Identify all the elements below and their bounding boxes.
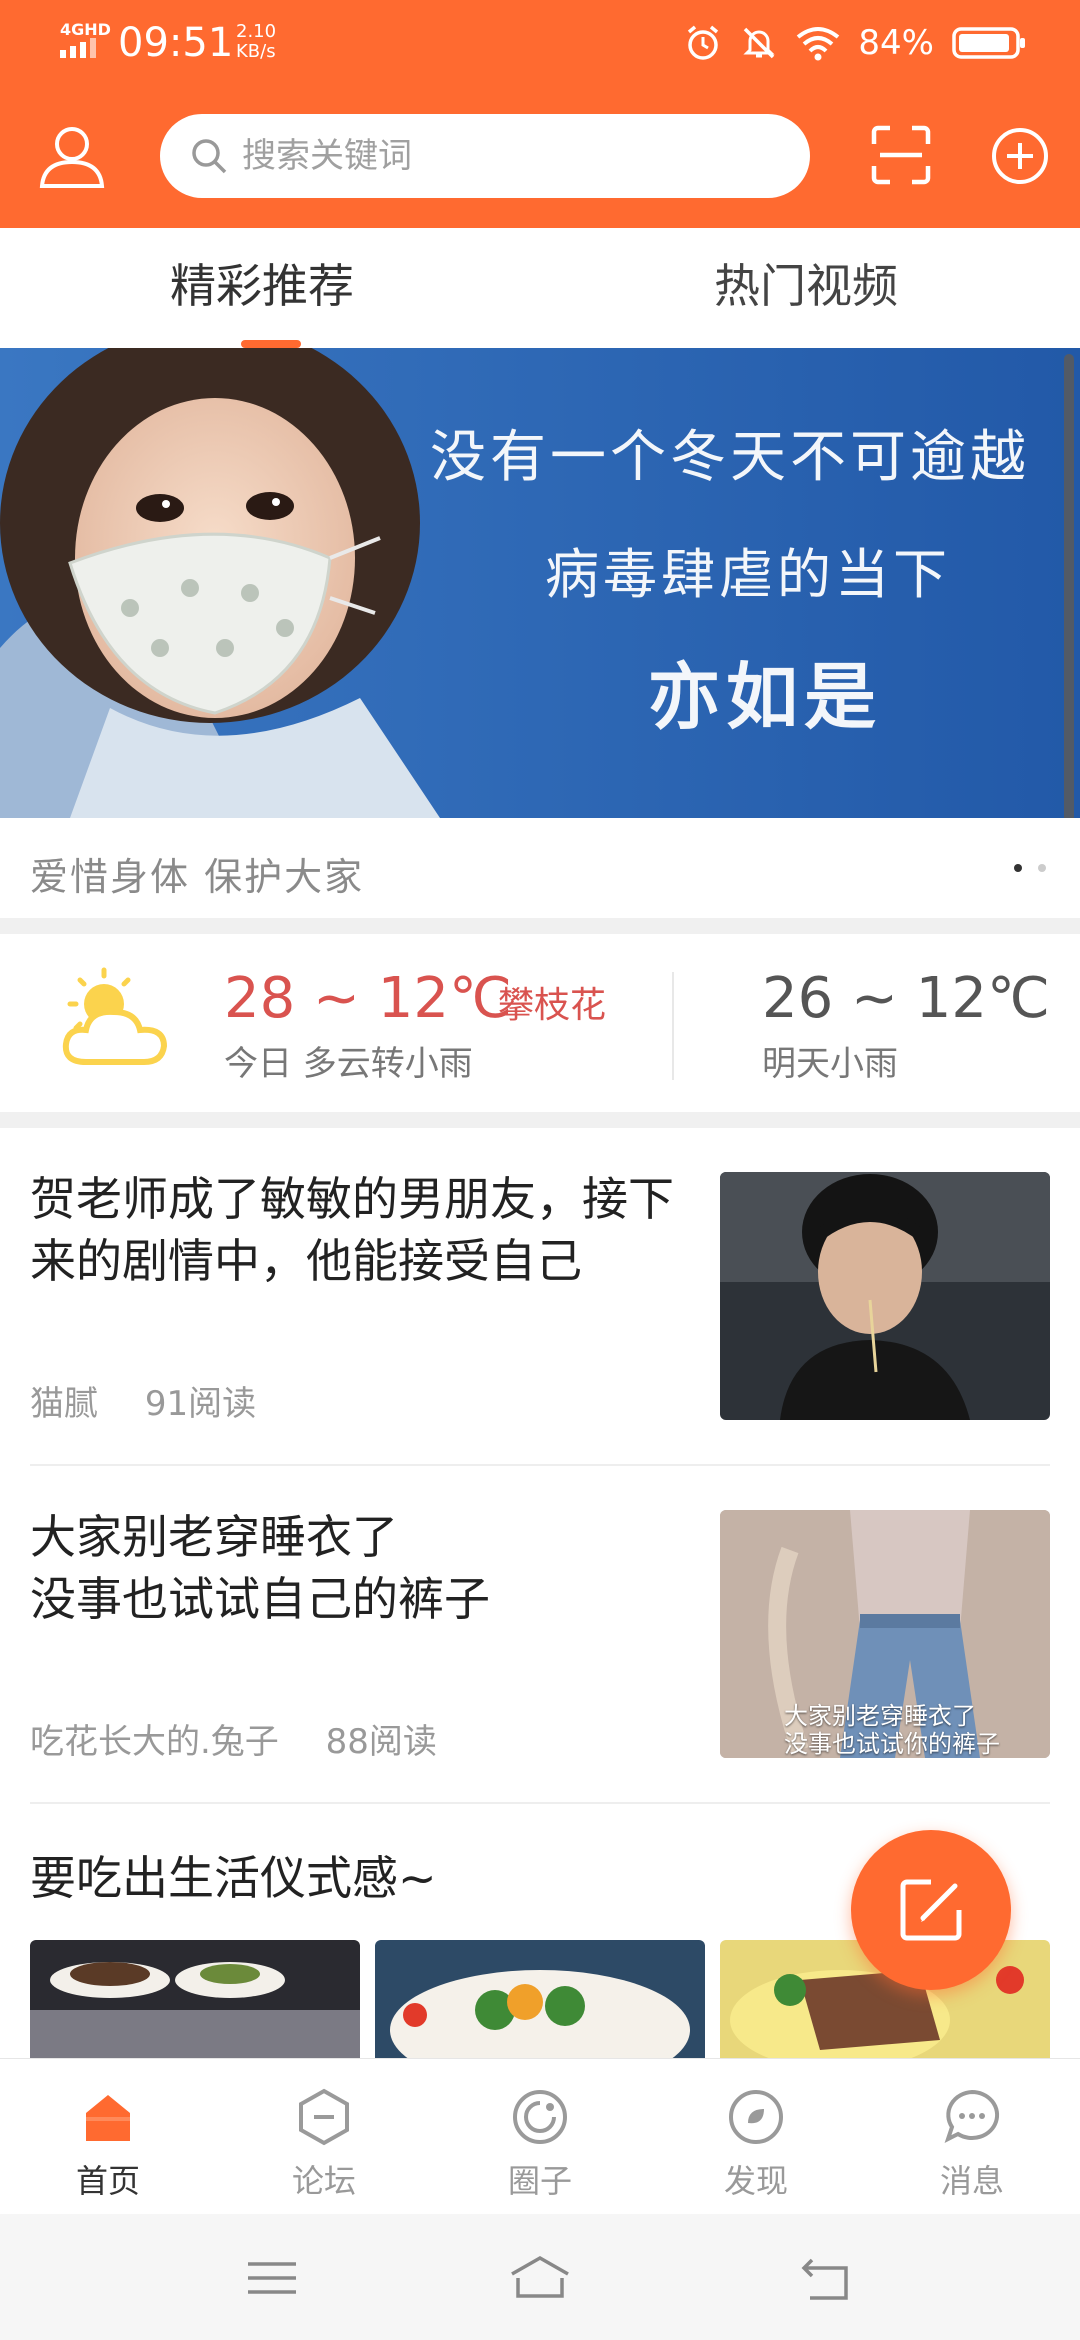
search-icon — [192, 139, 227, 174]
article-reads: 88阅读 — [325, 1722, 437, 1762]
weather-divider — [672, 972, 674, 1080]
banner-caption-bar: 爱惜身体 保护大家 — [0, 818, 1080, 918]
article-title-line: 大家别老穿睡衣了 — [30, 1510, 398, 1564]
weather-city: 攀枝花 — [498, 985, 607, 1026]
gallery-image — [30, 1940, 360, 2060]
carousel-dot — [1038, 864, 1046, 872]
wifi-icon — [797, 27, 840, 61]
app-screen: { "status_bar": { "network": "4GHD", "ti… — [0, 0, 1080, 2340]
search-bar[interactable] — [160, 114, 810, 198]
partly-cloudy-icon — [62, 967, 168, 1065]
discover-icon — [729, 2090, 783, 2144]
nav-label: 发现 — [723, 2162, 788, 2200]
article-meta: 吃花长大的.兔子 88阅读 — [30, 1714, 473, 1763]
article-title: 贺老师成了敏敏的男朋友，接下来的剧情中，他能接受自己 — [30, 1172, 674, 1288]
bottom-navigation: 首页 论坛 圈子 发现 消息 — [0, 2058, 1080, 2214]
nav-label: 圈子 — [507, 2162, 572, 2200]
carousel-dots — [1014, 864, 1046, 872]
home-nav-icon[interactable] — [508, 2250, 572, 2306]
user-icon[interactable] — [38, 122, 106, 190]
article-card[interactable]: 大家别老穿睡衣了 没事也试试自己的裤子 吃花长大的.兔子 88阅读 大家别老穿睡… — [0, 1466, 1080, 1804]
nav-forum[interactable]: 论坛 — [216, 2059, 432, 2215]
article-title: 大家别老穿睡衣了 没事也试试自己的裤子 — [30, 1506, 680, 1630]
tomorrow-weather-desc: 明天小雨 — [762, 1044, 898, 1084]
nav-label: 论坛 — [291, 2162, 356, 2200]
thumbnail-caption: 大家别老穿睡衣了 没事也试试你的裤子 — [784, 1702, 1000, 1758]
compose-button[interactable] — [851, 1830, 1011, 1990]
article-card[interactable]: 贺老师成了敏敏的男朋友，接下来的剧情中，他能接受自己 猫腻 91阅读 — [0, 1128, 1080, 1466]
forum-icon — [299, 2088, 349, 2146]
banner-line-3: 亦如是 — [648, 654, 883, 739]
signal-icon — [60, 38, 96, 58]
scan-icon[interactable] — [870, 124, 932, 186]
message-icon — [944, 2089, 1000, 2143]
speed-value: 2.10 — [236, 21, 277, 42]
battery-percent: 84% — [858, 23, 934, 63]
network-speed: 2.10 KB/s — [236, 22, 276, 62]
article-thumbnail — [720, 1172, 1050, 1420]
today-weather-desc: 今日 多云转小雨 — [224, 1044, 473, 1084]
article-meta: 猫腻 91阅读 — [30, 1376, 292, 1425]
tab-indicator — [241, 340, 301, 348]
banner-carousel[interactable]: 没有一个冬天不可逾越 病毒肆虐的当下 亦如是 — [0, 348, 1080, 818]
nav-label: 首页 — [75, 2162, 140, 2200]
article-author: 猫腻 — [30, 1384, 98, 1424]
menu-icon[interactable] — [244, 2250, 300, 2306]
article-divider — [30, 1802, 1050, 1804]
network-type: 4GHD — [60, 20, 111, 39]
add-circle-icon[interactable] — [990, 126, 1050, 186]
weather-card[interactable]: 28 ~ 12℃ 攀枝花 今日 多云转小雨 26 ~ 12℃ 明天小雨 — [0, 934, 1080, 1112]
banner-line-1: 没有一个冬天不可逾越 — [430, 425, 1030, 490]
nav-messages[interactable]: 消息 — [864, 2059, 1080, 2215]
article-title-line: 没事也试试自己的裤子 — [30, 1572, 490, 1626]
nav-discover[interactable]: 发现 — [648, 2059, 864, 2215]
content-tabs: 精彩推荐 热门视频 — [0, 228, 1080, 348]
thumbnail-caption-line: 没事也试试你的裤子 — [784, 1730, 1000, 1758]
battery-icon — [952, 27, 1025, 59]
home-icon — [86, 2095, 130, 2141]
today-temperature: 28 ~ 12℃ — [224, 966, 512, 1031]
mute-icon — [743, 27, 776, 59]
status-bar: 4GHD 09:51 2.10 KB/s 84% — [0, 0, 1080, 84]
nav-circle[interactable]: 圈子 — [432, 2059, 648, 2215]
article-author: 吃花长大的.兔子 — [30, 1722, 279, 1762]
circle-icon — [513, 2090, 567, 2144]
banner-caption: 爱惜身体 保护大家 — [30, 855, 365, 899]
tab-hot-videos[interactable]: 热门视频 — [714, 258, 898, 314]
carousel-dot-active — [1014, 864, 1022, 872]
section-divider — [0, 1112, 1080, 1128]
clock: 09:51 — [118, 20, 234, 66]
status-icons: 84% — [684, 20, 1026, 66]
tab-recommended[interactable]: 精彩推荐 — [170, 258, 354, 314]
search-input[interactable] — [242, 136, 782, 176]
article-title[interactable]: 要吃出生活仪式感~ — [30, 1848, 437, 1908]
article-reads: 91阅读 — [144, 1384, 257, 1424]
back-icon[interactable] — [796, 2250, 852, 2306]
nav-label: 消息 — [939, 2162, 1004, 2200]
scrollbar[interactable] — [1064, 354, 1074, 848]
nav-home[interactable]: 首页 — [0, 2059, 216, 2215]
banner-line-2: 病毒肆虐的当下 — [545, 543, 951, 606]
system-navigation-bar — [0, 2214, 1080, 2340]
thumbnail-caption-line: 大家别老穿睡衣了 — [784, 1702, 976, 1730]
speed-unit: KB/s — [236, 41, 276, 62]
alarm-icon — [688, 25, 719, 60]
section-divider — [0, 918, 1080, 934]
edit-icon — [900, 1879, 962, 1941]
gallery-image — [375, 1940, 705, 2060]
app-header: 4GHD 09:51 2.10 KB/s 84% 搜索关键词 — [0, 0, 1080, 228]
article-thumbnail: 大家别老穿睡衣了 没事也试试你的裤子 — [720, 1510, 1050, 1758]
tomorrow-temperature: 26 ~ 12℃ — [762, 966, 1050, 1031]
